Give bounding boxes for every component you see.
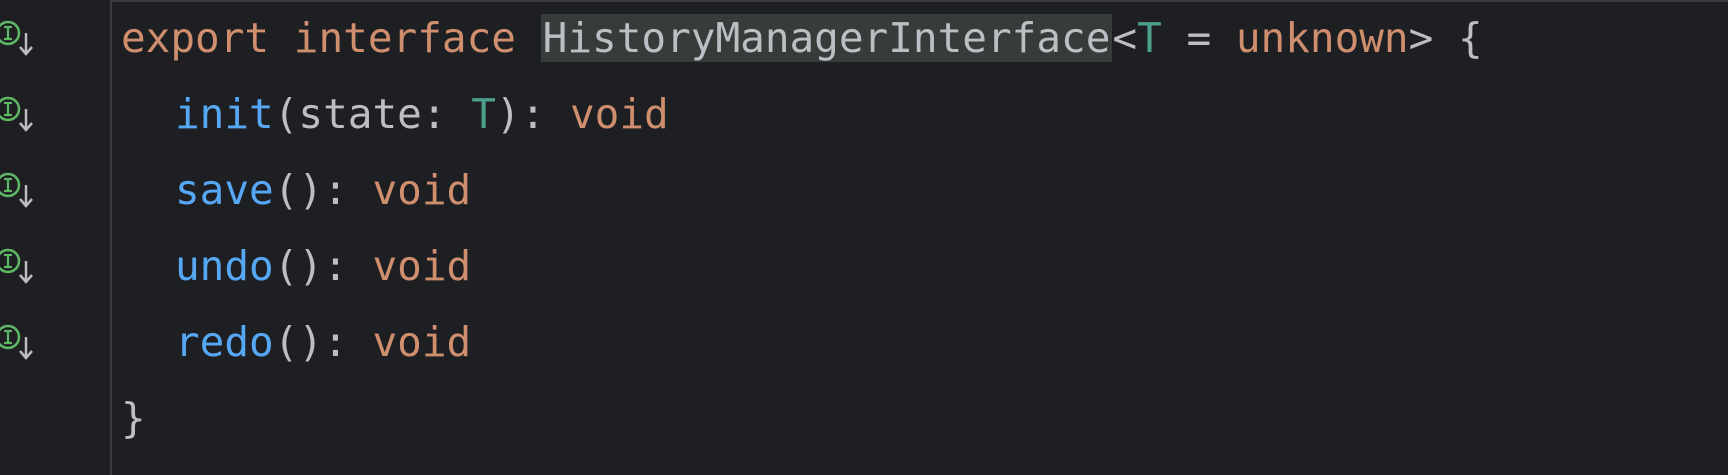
implemented-marker-icon[interactable] [0, 91, 40, 135]
code-line-1[interactable]: export interface HistoryManagerInterface… [121, 8, 1483, 68]
code-line-5[interactable]: redo(): void [121, 312, 471, 372]
editor-gutter [0, 0, 110, 475]
code-line-4[interactable]: undo(): void [121, 236, 471, 296]
function-name-token: save [175, 166, 274, 214]
function-name-token: undo [175, 242, 274, 290]
keyword-token: export [121, 14, 270, 62]
editor-top-border [0, 0, 1728, 2]
code-line-6[interactable]: } [121, 388, 146, 448]
code-editor[interactable]: export interface HistoryManagerInterface… [0, 0, 1728, 475]
code-line-3[interactable]: save(): void [121, 160, 471, 220]
code-text-token: (): [273, 318, 373, 366]
code-text-token: } [121, 394, 146, 442]
keyword-token: void [372, 242, 472, 290]
keyword-token: void [569, 90, 669, 138]
code-text-token: (): [273, 166, 373, 214]
keyword-token: unknown [1235, 14, 1409, 62]
gutter-divider [110, 0, 112, 475]
function-name-token: redo [175, 318, 274, 366]
keyword-token: void [372, 318, 472, 366]
code-text-token: (state: [273, 90, 472, 138]
implemented-marker-icon[interactable] [0, 167, 40, 211]
implemented-marker-icon[interactable] [0, 15, 40, 59]
code-line-2[interactable]: init(state: T): void [121, 84, 669, 144]
implemented-marker-icon[interactable] [0, 319, 40, 363]
code-text-token: (): [273, 242, 373, 290]
keyword-token: void [372, 166, 472, 214]
code-text-token: > { [1408, 14, 1483, 62]
type-parameter-token: T [1137, 14, 1162, 62]
code-text-token: = [1161, 14, 1236, 62]
keyword-token: interface [293, 14, 516, 62]
type-parameter-token: T [471, 90, 496, 138]
highlighted-identifier-token: HistoryManagerInterface [540, 14, 1113, 62]
implemented-marker-icon[interactable] [0, 243, 40, 287]
code-text-token: < [1112, 14, 1138, 62]
code-text-token: ): [495, 90, 570, 138]
function-name-token: init [175, 90, 274, 138]
